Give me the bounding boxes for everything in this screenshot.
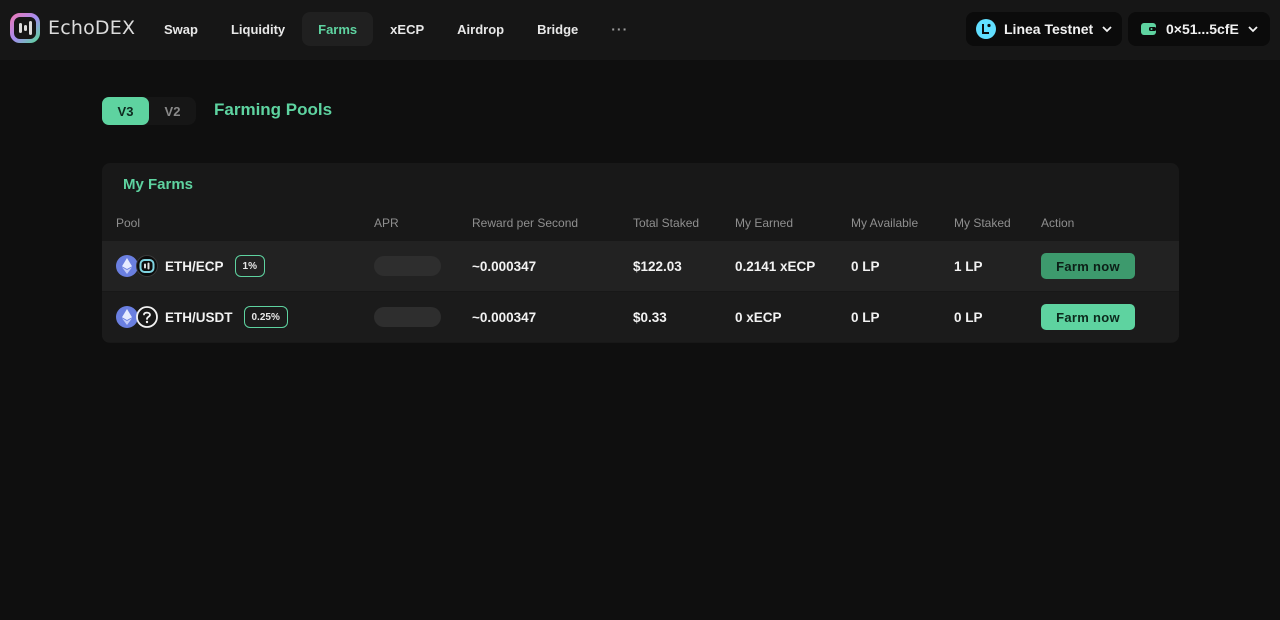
my-available-value: 0 LP [851,309,880,325]
pool-cell: ETH/ECP 1% [116,241,265,291]
pool-pair-label: ETH/USDT [165,309,233,325]
my-earned-value: 0 xECP [735,309,782,325]
card-title: My Farms [123,176,194,193]
fee-tier-badge: 0.25% [243,306,288,328]
linea-icon [976,19,996,39]
column-header-my-earned: My Earned [735,216,794,230]
eth-icon [116,255,138,277]
my-staked-value: 0 LP [954,309,983,325]
my-farms-card: My Farms Pool APR Reward per Second Tota… [102,163,1179,343]
brand-logo[interactable]: EchoDEX [10,12,135,44]
farm-now-button[interactable]: Farm now [1041,304,1135,330]
network-selector-button[interactable]: Linea Testnet [966,12,1122,46]
apr-loading-placeholder [374,256,441,276]
column-header-pool: Pool [116,216,141,230]
reward-per-second-value: ~0.000347 [472,258,537,274]
wallet-button[interactable]: 0×51...5cfE [1128,12,1270,46]
my-earned-value: 0.2141 xECP [735,258,816,274]
my-staked-value: 1 LP [954,258,983,274]
pool-cell: ETH/USDT 0.25% [116,292,288,342]
wallet-icon [1141,23,1156,35]
ecp-icon [136,255,158,277]
chevron-down-icon [1248,26,1258,33]
nav-swap[interactable]: Swap [148,12,214,46]
unknown-token-icon [136,306,158,328]
total-staked-value: $0.33 [633,309,667,325]
table-row: ETH/USDT 0.25% ~0.000347 $0.33 0 xECP 0 … [102,292,1179,342]
apr-loading-placeholder [374,307,441,327]
reward-per-second-value: ~0.000347 [472,309,537,325]
pool-pair-label: ETH/ECP [165,258,224,274]
column-header-total-staked: Total Staked [633,216,700,230]
network-label: Linea Testnet [1004,21,1094,37]
column-header-my-staked: My Staked [954,216,1011,230]
column-header-action: Action [1041,216,1075,230]
eth-icon [116,306,138,328]
main-nav: Swap Liquidity Farms xECP Airdrop Bridge… [148,12,645,46]
wallet-address: 0×51...5cfE [1166,21,1239,37]
version-v2-button[interactable]: V2 [149,97,196,125]
nav-airdrop[interactable]: Airdrop [441,12,520,46]
total-staked-value: $122.03 [633,258,682,274]
fee-tier-badge: 1% [234,255,265,277]
nav-xecp[interactable]: xECP [374,12,440,46]
column-header-my-available: My Available [851,216,919,230]
version-v3-button[interactable]: V3 [102,97,149,125]
column-header-apr: APR [374,216,399,230]
nav-bridge[interactable]: Bridge [521,12,594,46]
farm-now-button[interactable]: Farm now [1041,253,1135,279]
brand-name: EchoDEX [48,17,136,39]
version-toggle: V3 V2 [102,97,196,125]
table-row: ETH/ECP 1% ~0.000347 $122.03 0.2141 xECP… [102,241,1179,291]
column-header-reward-per-second: Reward per Second [472,216,579,230]
nav-more-button[interactable]: ··· [595,12,644,46]
nav-farms[interactable]: Farms [302,12,374,46]
top-header: EchoDEX Swap Liquidity Farms xECP Airdro… [0,0,1280,60]
page-title: Farming Pools [214,100,333,119]
echodex-logo-icon [10,13,40,43]
chevron-down-icon [1102,26,1112,33]
nav-liquidity[interactable]: Liquidity [215,12,301,46]
my-available-value: 0 LP [851,258,880,274]
